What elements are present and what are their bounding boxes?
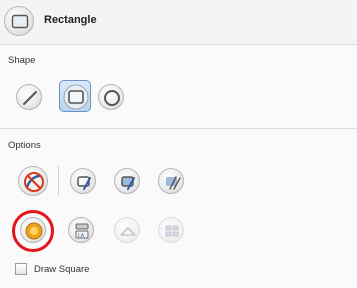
tool-title: Rectangle bbox=[44, 14, 97, 26]
disabled-envelope-button[interactable] bbox=[114, 217, 140, 243]
options-separator bbox=[58, 166, 59, 196]
brush-off-button[interactable] bbox=[18, 166, 48, 196]
rectangle-shape-icon bbox=[63, 84, 89, 110]
line-shape-icon bbox=[23, 91, 37, 105]
fill-mode-button[interactable] bbox=[158, 168, 184, 194]
draw-square-label: Draw Square bbox=[34, 264, 90, 275]
tool-header: Rectangle bbox=[0, 0, 357, 45]
draw-square-checkbox[interactable] bbox=[15, 263, 27, 275]
rectangle-shape-button[interactable] bbox=[59, 80, 91, 112]
disabled-grid-button[interactable] bbox=[158, 217, 184, 243]
disabled-grid-icon bbox=[165, 225, 179, 237]
shape-section-label: Shape bbox=[8, 55, 36, 66]
fill-mode-icon bbox=[166, 176, 181, 190]
highlight-circle bbox=[12, 210, 54, 252]
rectangle-tool-properties-panel: Rectangle Shape Options LA Draw Square bbox=[0, 0, 357, 288]
section-divider bbox=[0, 128, 357, 129]
layer-options-icon: LA bbox=[75, 223, 89, 239]
svg-text:LA: LA bbox=[78, 233, 85, 239]
rectangle-tool-icon bbox=[4, 6, 34, 36]
options-section-label: Options bbox=[8, 140, 41, 151]
disabled-envelope-icon bbox=[120, 226, 136, 236]
ellipse-shape-icon bbox=[104, 90, 120, 106]
line-shape-button[interactable] bbox=[16, 84, 42, 110]
stroke-mode-button[interactable] bbox=[70, 168, 96, 194]
stroke-fill-mode-button[interactable] bbox=[114, 168, 140, 194]
layer-options-button[interactable]: LA bbox=[68, 217, 94, 243]
ellipse-shape-button[interactable] bbox=[98, 84, 124, 110]
stroke-mode-icon bbox=[77, 176, 91, 190]
brush-off-icon bbox=[24, 172, 44, 192]
stroke-fill-mode-icon bbox=[121, 176, 135, 190]
